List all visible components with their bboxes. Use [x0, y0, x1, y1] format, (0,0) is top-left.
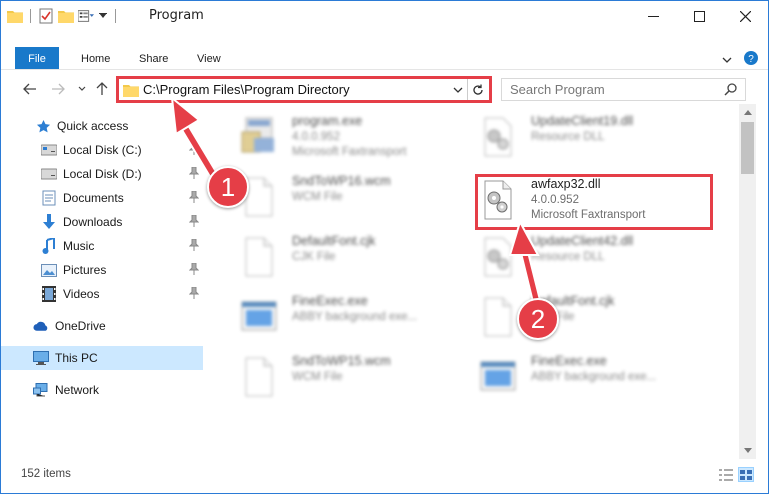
videos-icon — [41, 286, 57, 302]
expand-ribbon-icon[interactable] — [722, 53, 732, 67]
folder-icon — [7, 8, 23, 24]
refresh-icon[interactable] — [467, 79, 487, 100]
tab-home[interactable]: Home — [81, 47, 110, 70]
title-bar: Program — [1, 1, 768, 31]
maximize-button[interactable] — [676, 1, 722, 31]
tab-share[interactable]: Share — [139, 47, 168, 70]
forward-button[interactable] — [49, 80, 67, 98]
back-button[interactable] — [21, 80, 39, 98]
pin-icon[interactable] — [188, 262, 200, 278]
sidebar-item-quick-access[interactable]: Quick access — [1, 114, 203, 138]
file-item[interactable]: program.exe 4.0.0.952 Microsoft Faxtrans… — [226, 106, 466, 162]
navigation-pane: Quick access Local Disk (C:) Local Disk … — [1, 111, 211, 461]
sidebar-item-network[interactable]: Network — [1, 378, 203, 402]
pin-icon[interactable] — [188, 214, 200, 230]
sidebar-item-this-pc[interactable]: This PC — [1, 346, 203, 370]
folder-icon — [123, 84, 139, 97]
pictures-icon — [41, 262, 57, 278]
minimize-button[interactable] — [630, 1, 676, 31]
dll-icon — [484, 237, 512, 277]
recent-locations-button[interactable] — [73, 80, 91, 98]
chevron-down-icon[interactable] — [451, 82, 465, 98]
cloud-icon — [33, 318, 49, 334]
file-item[interactable]: UpdateClient19.dll Resource DLL — [465, 106, 705, 162]
pin-icon[interactable] — [188, 190, 200, 206]
address-path: C:\Program Files\Program Directory — [143, 82, 350, 97]
tab-view[interactable]: View — [197, 47, 221, 70]
search-icon[interactable] — [724, 83, 737, 99]
sidebar-item-pictures[interactable]: Pictures — [1, 258, 203, 282]
file-icon — [484, 297, 512, 337]
details-view-icon[interactable] — [718, 467, 734, 482]
customize-icon[interactable] — [78, 8, 94, 24]
file-item[interactable]: FineExec.exe ABBY background exe... — [465, 346, 705, 402]
status-bar: 152 items — [1, 463, 768, 487]
ribbon-tabs: File Home Share View ? — [1, 47, 768, 70]
file-item[interactable]: DefaultFont.cjk CJK File — [226, 226, 466, 282]
network-icon — [33, 382, 49, 398]
sidebar-item-onedrive[interactable]: OneDrive — [1, 314, 203, 338]
help-icon[interactable]: ? — [744, 51, 758, 68]
star-icon — [35, 118, 51, 134]
sidebar-item-downloads[interactable]: Downloads — [1, 210, 203, 234]
exe-icon — [241, 117, 274, 153]
pin-icon[interactable] — [188, 166, 200, 182]
pin-icon[interactable] — [188, 142, 200, 158]
explorer-window: Program File Home Share View ? C:\Progra… — [0, 0, 769, 494]
file-icon — [245, 237, 273, 277]
scroll-up-icon[interactable] — [739, 104, 756, 121]
download-icon — [41, 214, 57, 230]
sidebar-item-videos[interactable]: Videos — [1, 282, 203, 306]
address-bar[interactable]: C:\Program Files\Program Directory — [116, 76, 492, 103]
large-icons-view-icon[interactable] — [738, 467, 754, 482]
search-box[interactable] — [501, 78, 746, 101]
window-icon — [480, 361, 516, 391]
file-icon — [245, 357, 273, 397]
scroll-down-icon[interactable] — [739, 442, 756, 459]
music-icon — [41, 238, 57, 254]
step-badge-2: 2 — [517, 298, 559, 340]
chevron-down-icon[interactable] — [98, 8, 108, 24]
search-input[interactable] — [510, 82, 720, 97]
sidebar-item-documents[interactable]: Documents — [1, 186, 203, 210]
close-button[interactable] — [722, 1, 768, 31]
step-badge-1: 1 — [207, 166, 249, 208]
drive-icon — [41, 142, 57, 158]
computer-icon — [33, 350, 49, 366]
tab-file[interactable]: File — [15, 47, 59, 70]
file-item[interactable]: SndToWP15.wcm WCM File — [226, 346, 466, 402]
file-item[interactable]: FineExec.exe ABBY background exe... — [226, 286, 466, 342]
svg-text:?: ? — [748, 54, 754, 65]
item-count: 152 items — [21, 468, 71, 480]
drive-icon — [41, 166, 57, 182]
sidebar-item-local-disk-c[interactable]: Local Disk (C:) — [1, 138, 203, 162]
file-item[interactable]: UpdateClient42.dll Resource DLL — [465, 226, 705, 282]
file-item[interactable]: SndToWP16.wcm WCM File — [226, 166, 466, 222]
properties-icon[interactable] — [38, 8, 54, 24]
sidebar-item-local-disk-d[interactable]: Local Disk (D:) — [1, 162, 203, 186]
new-folder-icon[interactable] — [58, 8, 74, 24]
pin-icon[interactable] — [188, 238, 200, 254]
vertical-scrollbar[interactable] — [739, 104, 756, 459]
selected-file-highlight — [475, 174, 713, 230]
navigation-bar: C:\Program Files\Program Directory — [1, 74, 768, 104]
window-title: Program — [149, 8, 204, 23]
window-icon — [241, 301, 277, 331]
quick-access-toolbar — [7, 8, 119, 24]
documents-icon — [41, 190, 57, 206]
pin-icon[interactable] — [188, 286, 200, 302]
sidebar-item-music[interactable]: Music — [1, 234, 203, 258]
dll-icon — [484, 117, 512, 157]
scrollbar-thumb[interactable] — [741, 122, 754, 174]
up-button[interactable] — [93, 80, 111, 98]
file-list: program.exe 4.0.0.952 Microsoft Faxtrans… — [211, 104, 739, 459]
file-item[interactable]: DefaultFont.cjk CJK File — [465, 286, 705, 342]
